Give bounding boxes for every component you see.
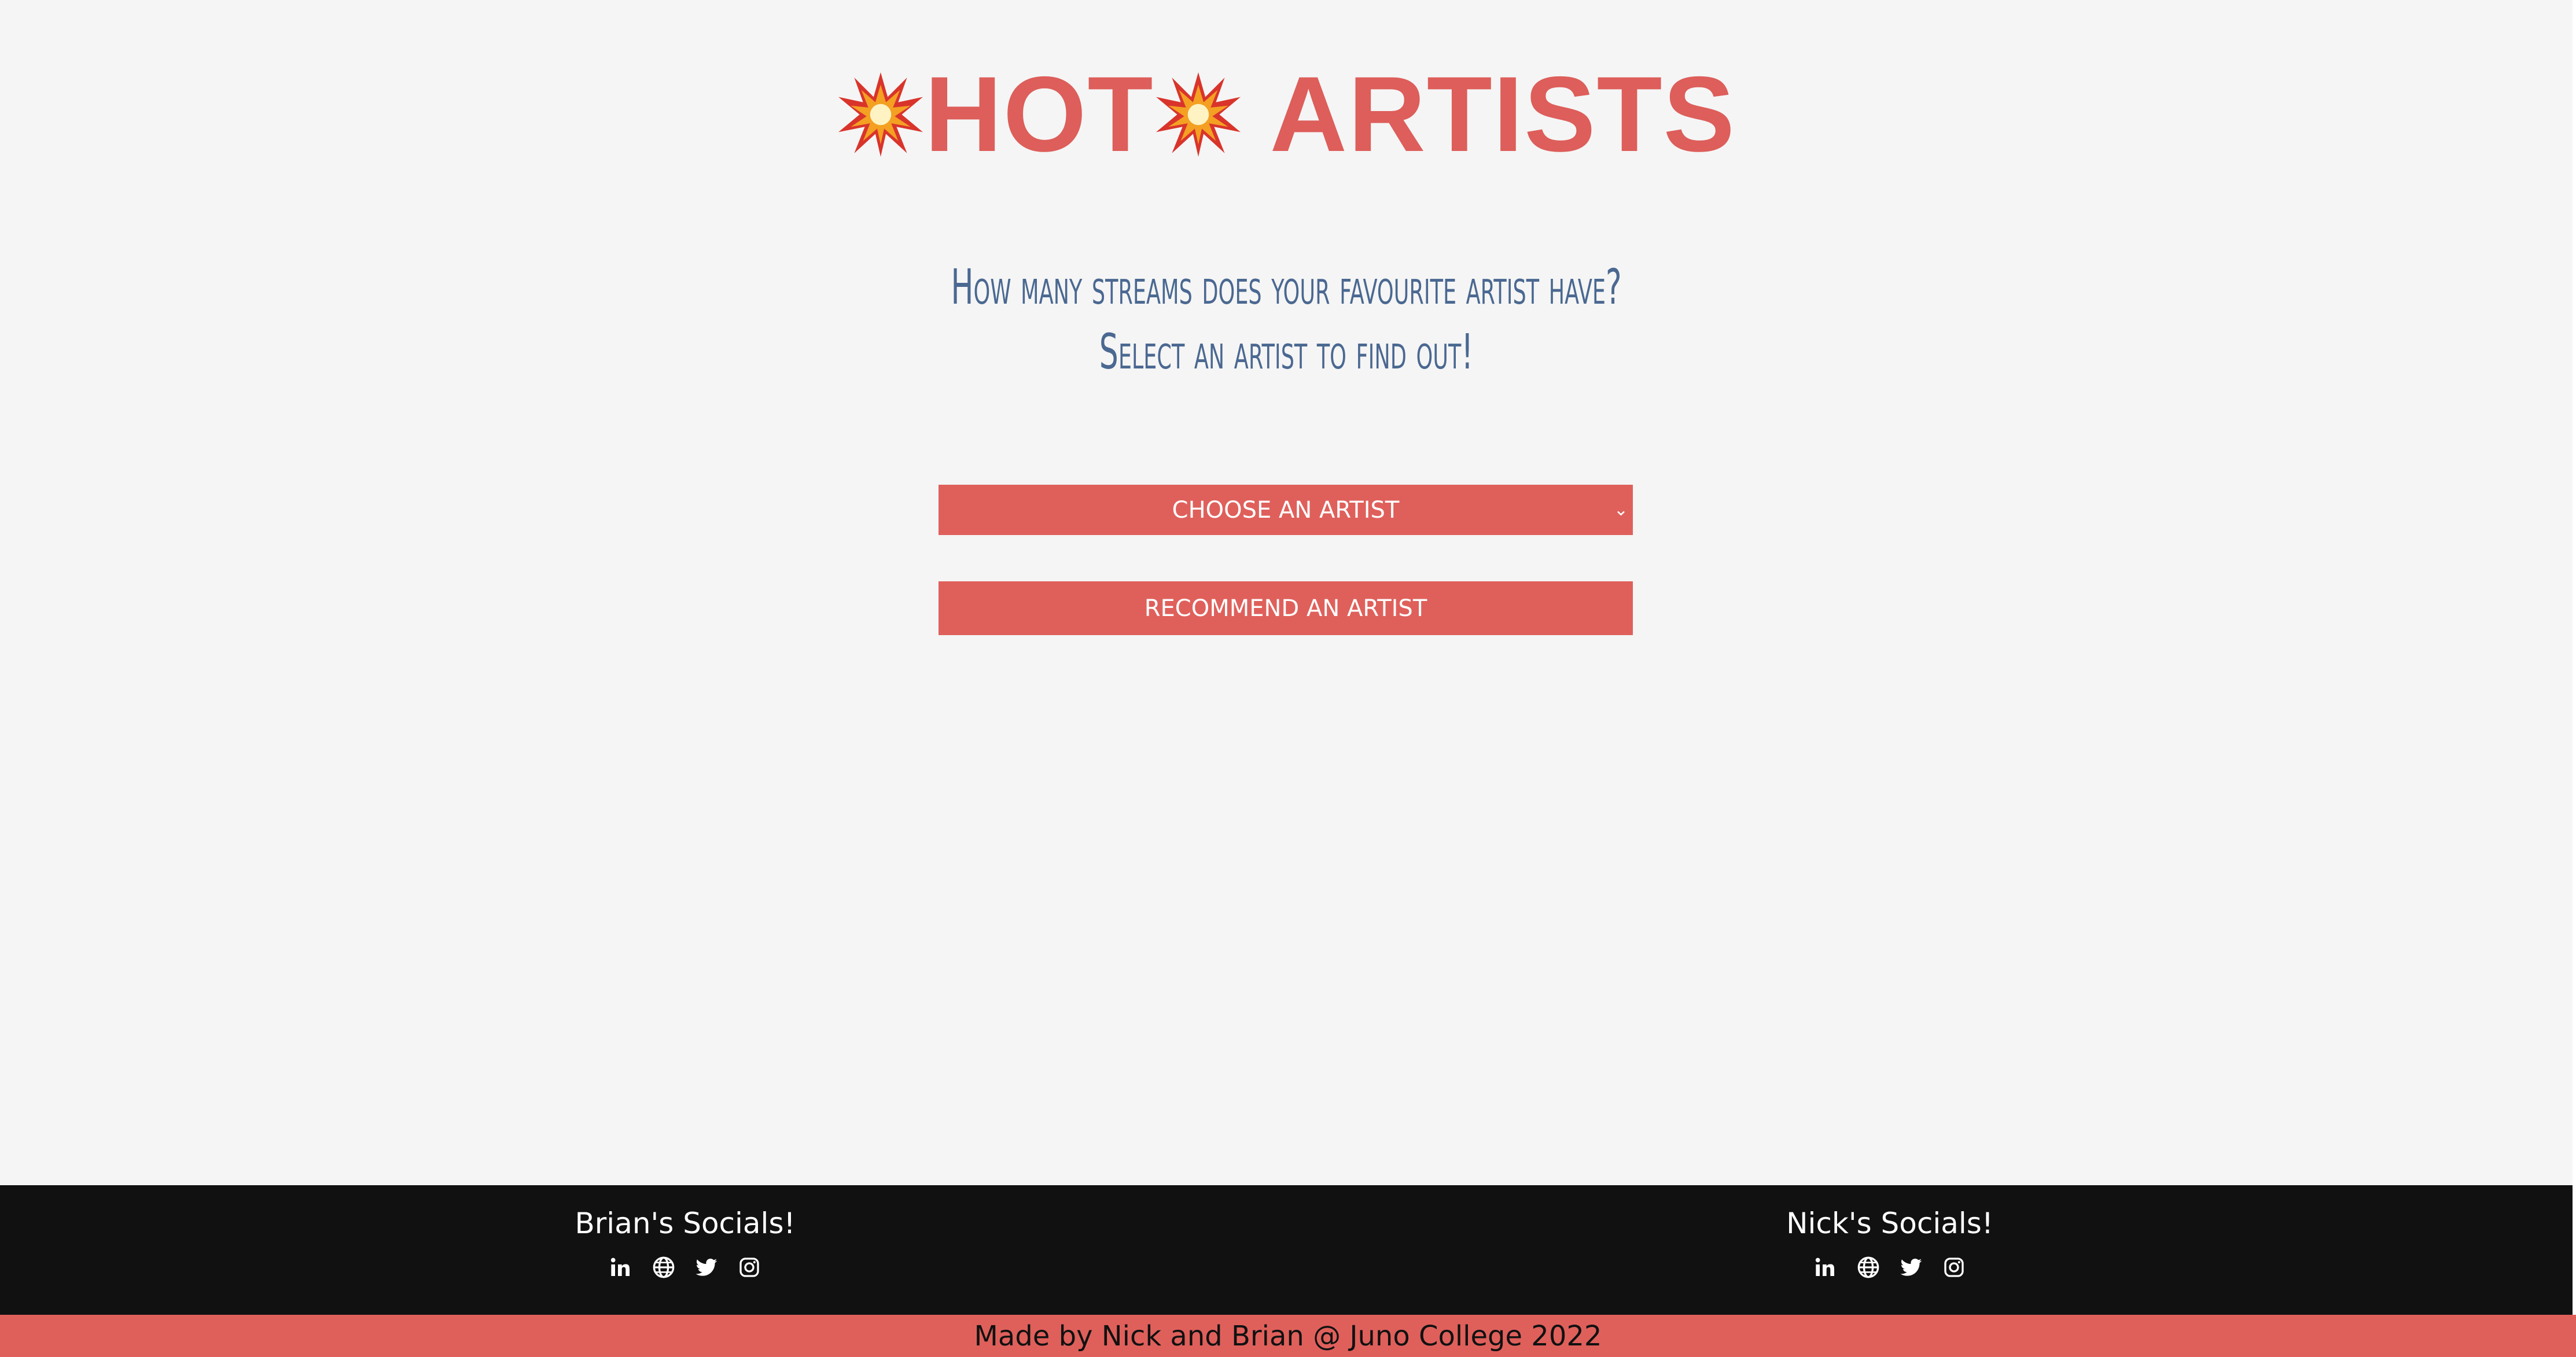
twitter-icon[interactable] xyxy=(1900,1256,1923,1279)
instagram-icon[interactable] xyxy=(738,1256,761,1279)
credit-text: Made by Nick and Brian @ Juno College 20… xyxy=(974,1319,1602,1352)
chevron-down-icon: ⌄ xyxy=(1613,500,1628,520)
twitter-icon[interactable] xyxy=(695,1256,718,1279)
brian-social-links xyxy=(511,1256,859,1279)
site-header: HOT ARTISTS xyxy=(0,51,2573,178)
recommend-artist-button[interactable]: RECOMMEND AN ARTIST xyxy=(939,581,1633,635)
socials-footer: Brian's Socials! Nick's Socials! xyxy=(0,1185,2573,1315)
credit-bar: Made by Nick and Brian @ Juno College 20… xyxy=(0,1315,2576,1357)
intro-question: How many streams does your favourite art… xyxy=(951,259,1622,315)
artist-select[interactable]: CHOOSE AN ARTIST ⌄ xyxy=(939,485,1633,535)
nick-socials-heading: Nick's Socials! xyxy=(1786,1207,1993,1240)
instagram-icon[interactable] xyxy=(1942,1256,1966,1279)
page-edge-strip xyxy=(2573,0,2576,1357)
linkedin-icon[interactable] xyxy=(609,1256,632,1279)
artist-select-label: CHOOSE AN ARTIST xyxy=(1172,496,1400,523)
intro-instruction: Select an artist to find out! xyxy=(1099,323,1474,380)
collision-burst-icon xyxy=(1154,71,1242,158)
page-title: HOT ARTISTS xyxy=(837,51,1736,178)
nick-social-links xyxy=(1716,1256,2063,1279)
collision-burst-icon xyxy=(837,71,925,158)
title-hot: HOT xyxy=(925,55,1154,174)
nick-socials: Nick's Socials! xyxy=(1716,1185,2063,1279)
intro-heading: How many streams does your favourite art… xyxy=(489,255,2084,384)
globe-icon[interactable] xyxy=(1857,1256,1880,1279)
brian-socials: Brian's Socials! xyxy=(511,1185,859,1279)
linkedin-icon[interactable] xyxy=(1814,1256,1837,1279)
title-artists: ARTISTS xyxy=(1269,55,1736,174)
globe-icon[interactable] xyxy=(652,1256,675,1279)
brian-socials-heading: Brian's Socials! xyxy=(575,1207,796,1240)
